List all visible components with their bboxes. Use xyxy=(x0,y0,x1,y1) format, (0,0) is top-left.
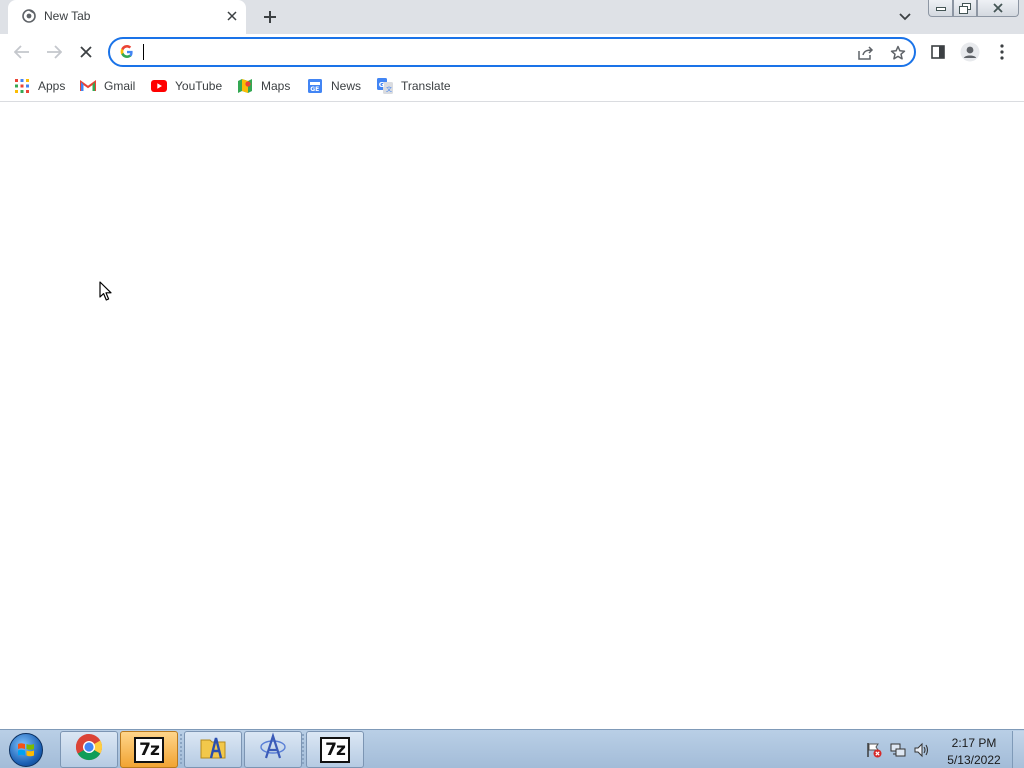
volume-icon[interactable] xyxy=(914,742,930,758)
tab-title: New Tab xyxy=(44,9,91,23)
new-tab-button[interactable] xyxy=(258,5,282,29)
clock-time[interactable]: 2:17 PM xyxy=(946,736,1002,750)
action-center-flag-icon[interactable] xyxy=(866,742,882,758)
gmail-icon xyxy=(80,78,96,94)
bookmark-youtube[interactable]: YouTube xyxy=(151,76,222,96)
page-content[interactable] xyxy=(0,103,1024,729)
forward-button[interactable] xyxy=(40,38,68,66)
7zip-icon: 7z xyxy=(134,736,164,763)
bookmark-maps[interactable]: Maps xyxy=(237,76,290,96)
browser-window: New Tab Apps Gmail YouTube Maps GE News … xyxy=(0,0,1024,729)
bookmark-label: Translate xyxy=(401,79,451,93)
bookmark-label: YouTube xyxy=(175,79,223,93)
start-button[interactable] xyxy=(4,732,48,768)
taskbar-separator xyxy=(302,734,304,765)
youtube-icon xyxy=(151,78,167,94)
bookmark-apps[interactable]: Apps xyxy=(14,76,65,96)
taskbar-folder-app[interactable] xyxy=(184,731,242,768)
folder-app-icon xyxy=(198,732,228,767)
news-icon: GE xyxy=(307,78,323,94)
menu-kebab-icon[interactable] xyxy=(988,38,1016,66)
bookmark-gmail[interactable]: Gmail xyxy=(80,76,135,96)
close-window-button[interactable] xyxy=(977,0,1019,17)
show-desktop-button[interactable] xyxy=(1012,731,1024,768)
side-panel-button[interactable] xyxy=(924,38,952,66)
chrome-favicon-icon xyxy=(22,9,36,23)
apps-grid-icon xyxy=(14,78,30,94)
mouse-cursor-icon xyxy=(99,281,113,307)
address-bar[interactable] xyxy=(108,37,916,67)
translate-icon: G文 xyxy=(377,78,393,94)
restore-button[interactable] xyxy=(953,0,977,17)
tab-new-tab[interactable]: New Tab xyxy=(8,0,246,34)
bookmark-label: Maps xyxy=(261,79,291,93)
bookmark-label: Gmail xyxy=(104,79,136,93)
clock-date[interactable]: 5/13/2022 xyxy=(940,753,1008,767)
svg-text:GE: GE xyxy=(310,86,319,93)
bookmark-translate[interactable]: G文 Translate xyxy=(377,76,451,96)
system-tray: 2:17 PM 5/13/2022 xyxy=(862,731,1024,768)
tab-search-chevron-icon[interactable] xyxy=(894,7,916,27)
network-icon[interactable] xyxy=(890,742,906,758)
compass-app-icon xyxy=(258,732,288,767)
address-input[interactable] xyxy=(142,42,842,62)
browser-toolbar xyxy=(0,34,1024,70)
windows-logo-icon xyxy=(9,733,43,767)
bookmarks-bar: Apps Gmail YouTube Maps GE News G 文 Tran… xyxy=(0,70,1024,102)
7zip-icon: 7z xyxy=(320,736,350,763)
taskbar-separator xyxy=(180,734,182,765)
text-caret xyxy=(143,44,144,60)
taskbar-7zip[interactable]: 7z xyxy=(306,731,364,768)
tab-strip: New Tab xyxy=(0,0,1024,34)
tab-close-icon[interactable] xyxy=(224,8,240,24)
profile-avatar-button[interactable] xyxy=(956,38,984,66)
share-icon[interactable] xyxy=(856,43,876,63)
taskbar-chrome[interactable] xyxy=(60,731,118,768)
svg-text:文: 文 xyxy=(386,86,392,94)
taskbar: 7z 7z 2:17 PM 5/13/2022 xyxy=(0,729,1024,768)
bookmark-label: News xyxy=(331,79,362,93)
taskbar-compass-app[interactable] xyxy=(244,731,302,768)
minimize-button[interactable] xyxy=(928,0,953,17)
maps-icon xyxy=(237,78,253,94)
stop-loading-button[interactable] xyxy=(72,38,100,66)
bookmark-news[interactable]: GE News xyxy=(307,76,361,96)
bookmark-label: Apps xyxy=(38,79,66,93)
svg-text:G: G xyxy=(379,81,385,89)
chrome-icon xyxy=(75,733,103,766)
back-button[interactable] xyxy=(8,38,36,66)
google-g-icon xyxy=(120,45,134,59)
taskbar-7zip-active[interactable]: 7z xyxy=(120,731,178,768)
bookmark-star-icon[interactable] xyxy=(888,43,908,63)
